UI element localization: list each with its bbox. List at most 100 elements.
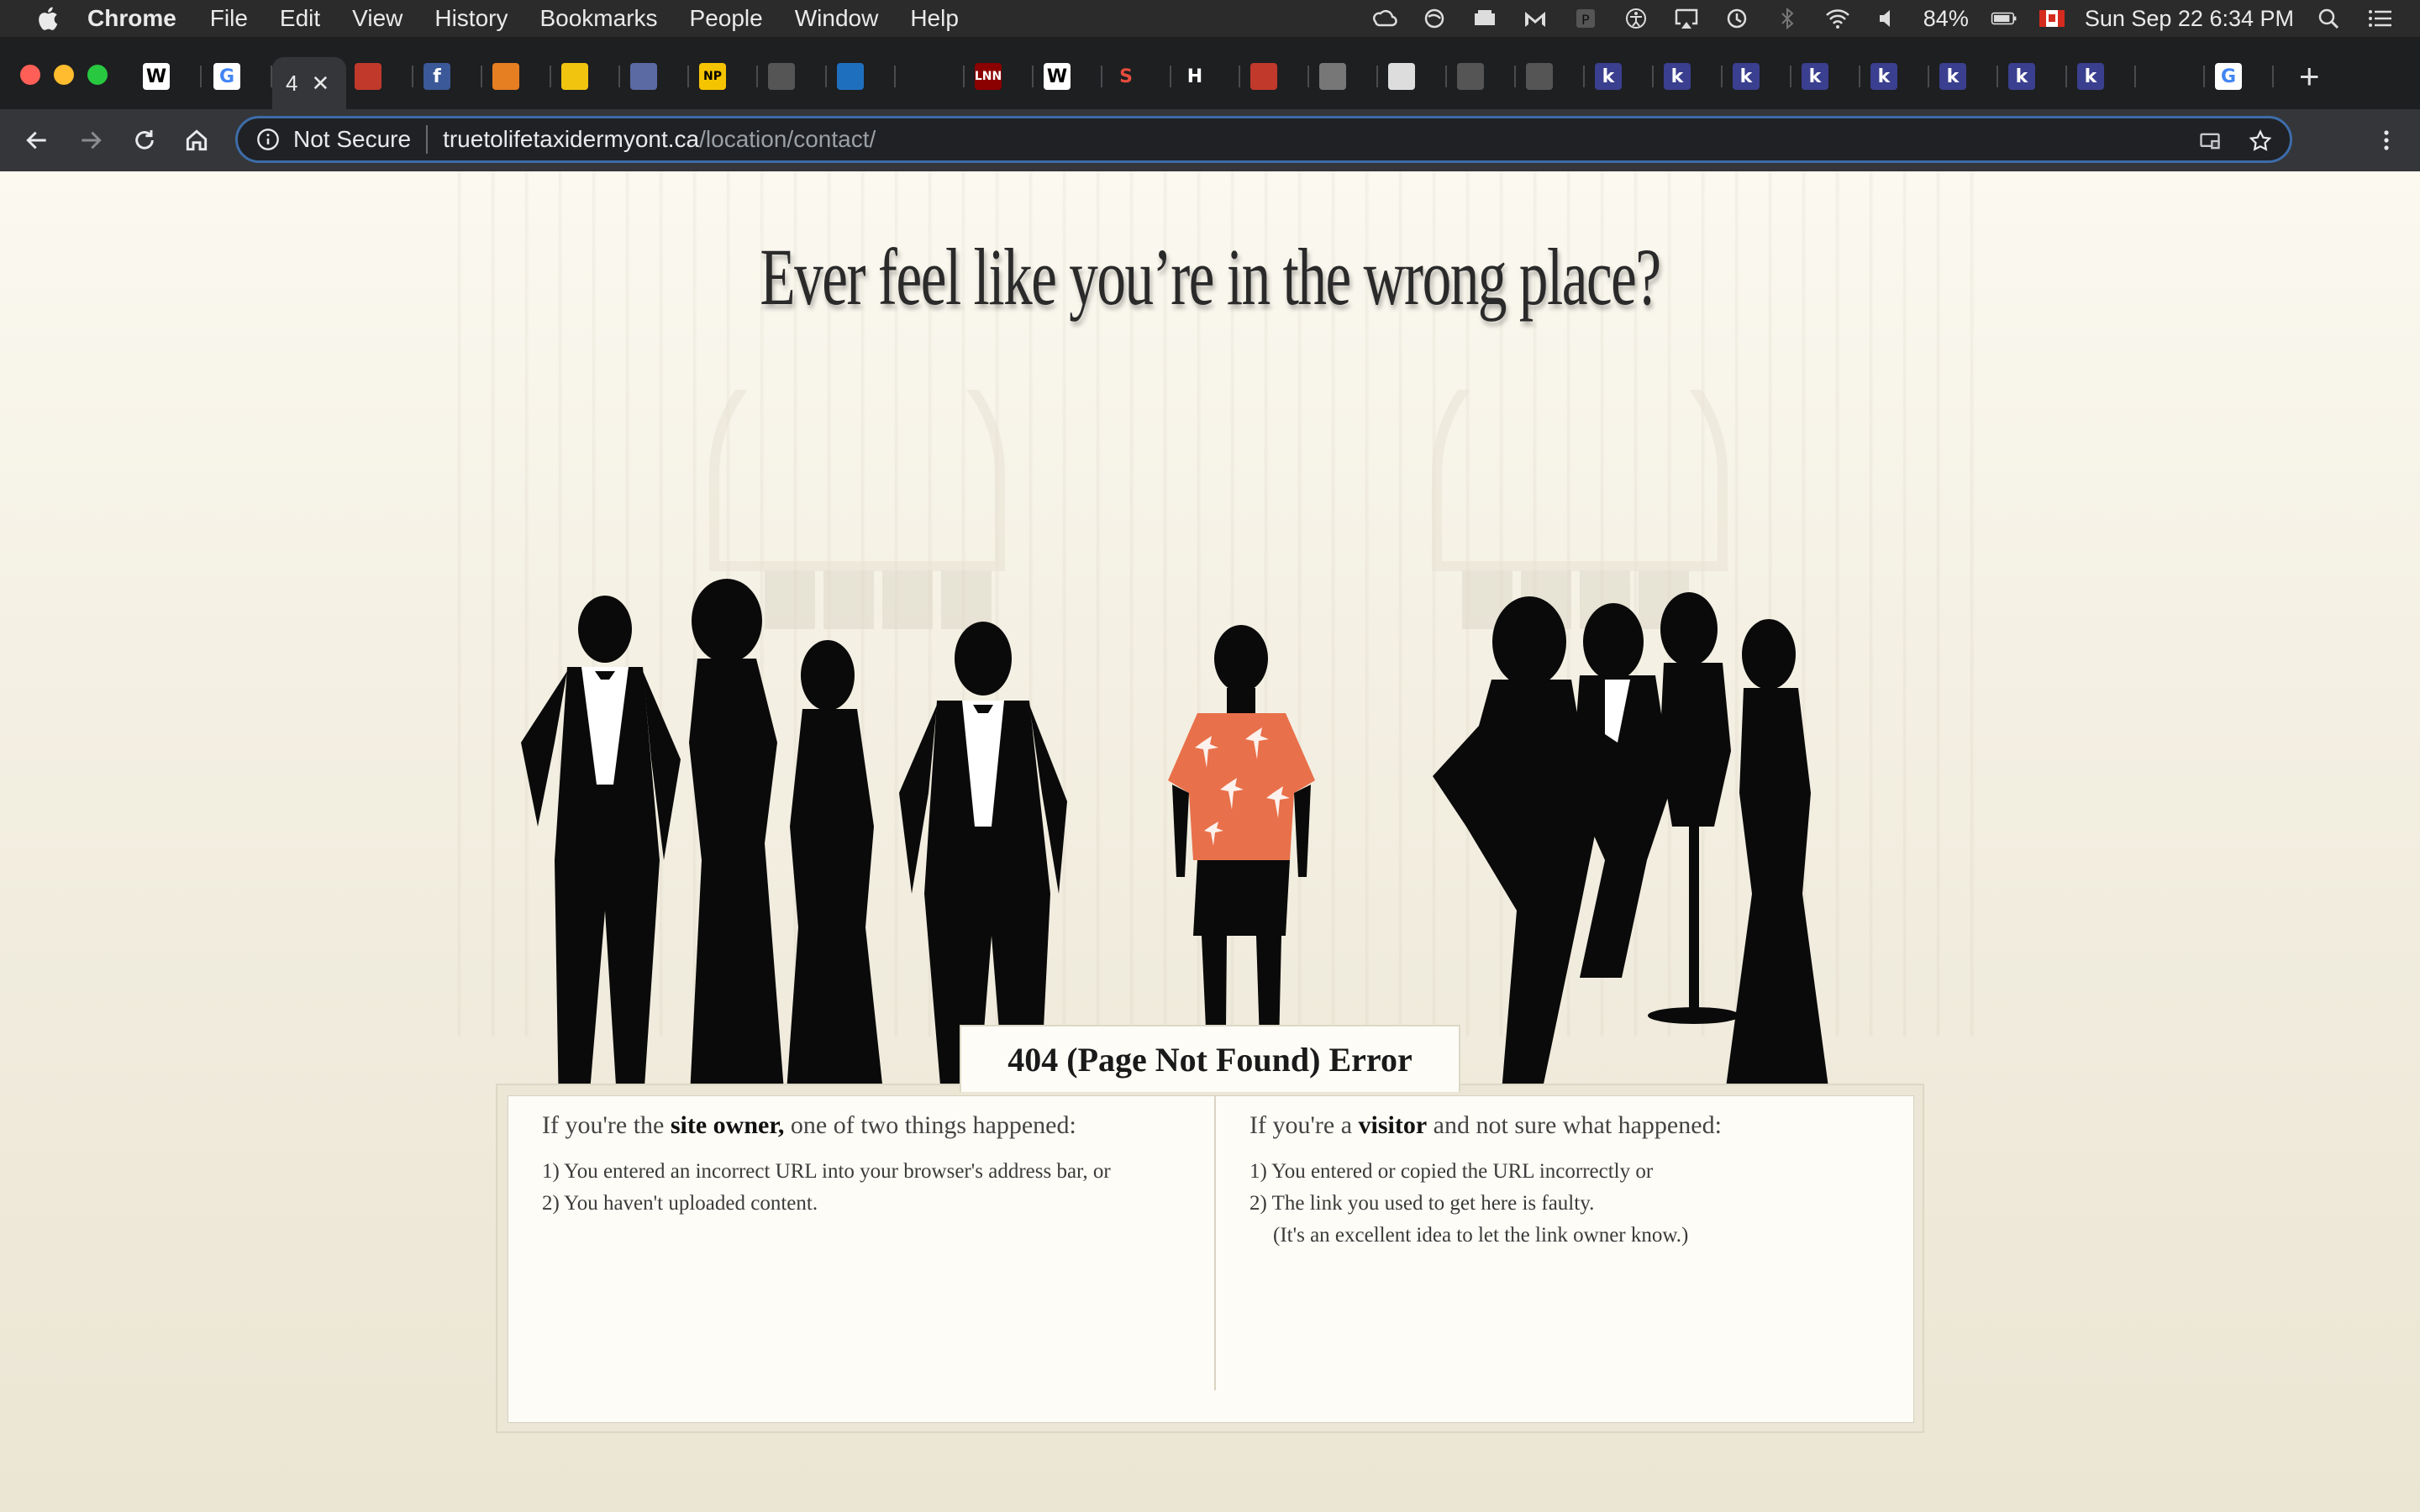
time-machine-icon[interactable] [1722, 6, 1752, 31]
reload-button[interactable] [126, 122, 163, 159]
tab-active[interactable]: 4 ✕ [272, 57, 346, 109]
tab-7[interactable]: NP [692, 57, 760, 96]
tab-17[interactable] [1381, 57, 1449, 96]
apple-icon[interactable] [32, 3, 62, 34]
tab-2[interactable] [348, 57, 415, 96]
menu-file[interactable]: File [210, 5, 248, 32]
reload-icon [135, 130, 154, 150]
tab-9[interactable] [830, 57, 897, 96]
site-owner-lead-bold: site owner, [670, 1111, 785, 1139]
tab-favicon-icon [1526, 63, 1553, 90]
tab-23[interactable]: k [1795, 57, 1862, 96]
tab-26[interactable]: k [2002, 57, 2069, 96]
window-zoom-button[interactable] [87, 65, 108, 85]
right-group-silhouettes [1433, 592, 1832, 1112]
error-panel: If you're the site owner, one of two thi… [496, 1084, 1924, 1433]
tab-favicon-icon [1319, 63, 1346, 90]
forward-button[interactable] [72, 122, 109, 159]
bluetooth-icon[interactable] [1772, 6, 1802, 31]
info-icon[interactable] [255, 126, 281, 153]
back-button[interactable] [18, 122, 55, 159]
battery-percent: 84% [1923, 5, 1969, 31]
chrome-menu-button[interactable] [2370, 122, 2403, 159]
home-button[interactable] [178, 122, 215, 159]
browser-toolbar: Not Secure truetolifetaxidermyont.ca /lo… [0, 109, 2420, 171]
tab-4[interactable] [486, 57, 553, 96]
window-minimize-button[interactable] [54, 65, 74, 85]
volume-icon[interactable] [1873, 6, 1903, 31]
tab-29[interactable]: G [2208, 57, 2275, 96]
tab-18[interactable] [1450, 57, 1518, 96]
menu-history[interactable]: History [434, 5, 508, 32]
column-divider [1214, 1096, 1216, 1390]
tab-0[interactable]: W [136, 57, 203, 96]
tab-25[interactable]: k [1933, 57, 2000, 96]
tab-separator [2203, 66, 2205, 87]
notification-center-icon[interactable] [2365, 6, 2395, 31]
tab-separator [1101, 66, 1102, 87]
tab-6[interactable] [623, 57, 691, 96]
tab-21[interactable]: k [1657, 57, 1724, 96]
tab-27[interactable]: k [2070, 57, 2138, 96]
tab-favicon-icon [561, 63, 588, 90]
tab-separator [1514, 66, 1516, 87]
install-app-icon[interactable] [2196, 127, 2224, 155]
menu-bar: Chrome File Edit View History Bookmarks … [0, 0, 2420, 37]
tab-22[interactable]: k [1726, 57, 1793, 96]
tab-1[interactable]: G [207, 57, 274, 96]
bookmark-star-icon[interactable] [2246, 127, 2275, 155]
security-label[interactable]: Not Secure [293, 126, 411, 153]
creative-cloud-icon[interactable] [1369, 6, 1399, 31]
tab-13[interactable]: S [1106, 57, 1173, 96]
tab-separator [1307, 66, 1309, 87]
menu-app-chrome[interactable]: Chrome [87, 5, 176, 32]
menu-view[interactable]: View [352, 5, 402, 32]
clock[interactable]: Sun Sep 22 6:34 PM [2085, 6, 2294, 32]
menu-people[interactable]: People [690, 5, 763, 32]
tab-10[interactable] [899, 57, 966, 96]
menu-edit[interactable]: Edit [280, 5, 320, 32]
tab-14[interactable]: H [1175, 57, 1242, 96]
error-panel-inner: If you're the site owner, one of two thi… [508, 1095, 1914, 1423]
tab-favicon-icon [768, 63, 795, 90]
address-bar[interactable]: Not Secure truetolifetaxidermyont.ca /lo… [235, 116, 2292, 163]
tab-5[interactable] [555, 57, 622, 96]
tab-separator [2065, 66, 2067, 87]
menu-bookmarks[interactable]: Bookmarks [539, 5, 657, 32]
airplay-icon[interactable] [1671, 6, 1702, 31]
tab-separator [412, 66, 413, 87]
tab-11[interactable]: LNN [968, 57, 1035, 96]
new-tab-button[interactable]: + [2299, 59, 2320, 94]
tab-separator [1652, 66, 1654, 87]
menu-window[interactable]: Window [795, 5, 879, 32]
malwarebytes-icon[interactable] [1520, 6, 1550, 31]
tab-19[interactable] [1519, 57, 1586, 96]
svg-text:P: P [1581, 12, 1590, 28]
tab-20[interactable]: k [1588, 57, 1655, 96]
tab-28[interactable] [2139, 57, 2207, 96]
drive-icon[interactable] [1470, 6, 1500, 31]
tab-15[interactable] [1244, 57, 1311, 96]
battery-icon[interactable] [1989, 6, 2019, 31]
p-app-icon[interactable]: P [1570, 6, 1601, 31]
tab-separator [1996, 66, 1998, 87]
tab-3[interactable]: f [417, 57, 484, 96]
tab-8[interactable] [761, 57, 829, 96]
site-owner-lead-pre: If you're the [542, 1111, 671, 1139]
wifi-icon[interactable] [1823, 6, 1853, 31]
tab-close-icon[interactable]: ✕ [311, 71, 329, 97]
tab-16[interactable] [1313, 57, 1380, 96]
sync-icon[interactable] [1419, 6, 1449, 31]
tab-12[interactable]: W [1037, 57, 1104, 96]
tab-favicon-icon: k [1733, 63, 1760, 90]
window-close-button[interactable] [20, 65, 40, 85]
canada-flag-icon[interactable] [2039, 10, 2065, 27]
site-owner-reason-1: 1) You entered an incorrect URL into you… [542, 1160, 1111, 1183]
menu-help[interactable]: Help [910, 5, 959, 32]
visitor-reason-2: 2) The link you used to get here is faul… [1249, 1192, 1595, 1215]
accessibility-icon[interactable] [1621, 6, 1651, 31]
tab-24[interactable]: k [1864, 57, 1931, 96]
home-icon [186, 129, 208, 151]
tab-favicon-icon: LNN [975, 63, 1002, 90]
spotlight-search-icon[interactable] [2314, 6, 2344, 31]
